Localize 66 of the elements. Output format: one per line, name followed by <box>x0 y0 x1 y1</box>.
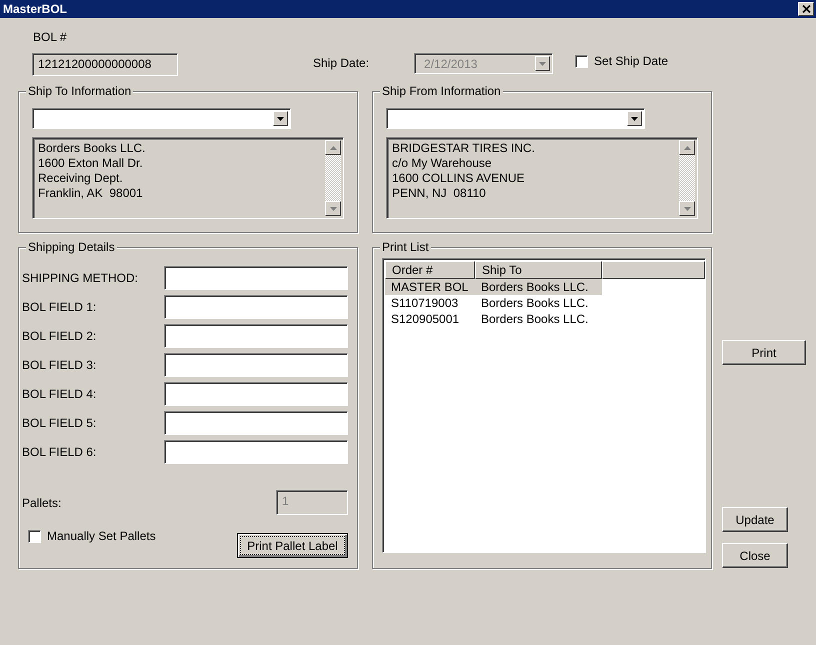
address-line: Receiving Dept. <box>38 171 124 186</box>
address-box[interactable]: BRIDGESTAR TIRES INC. c/o My Warehouse 1600 COLLINS AVENUE PENN, NJ 08110 <box>386 137 698 219</box>
list-row[interactable]: MASTER BOL Borders Books LLC. <box>385 279 602 295</box>
group-title: Ship To Information <box>26 84 134 98</box>
field-label: BOL FIELD 3: <box>22 358 96 372</box>
address-line: Borders Books LLC. <box>38 141 146 156</box>
down-arrow-icon <box>684 206 690 210</box>
up-arrow-icon <box>684 146 690 150</box>
list-cell-text: Borders Books LLC. <box>480 312 590 326</box>
field-label: BOL FIELD 2: <box>22 329 96 343</box>
input-field[interactable] <box>164 440 348 464</box>
down-arrow-icon <box>330 206 336 210</box>
manual-pallets-label: Manually Set Pallets <box>47 529 156 543</box>
print-pallet-label-button[interactable]: Print Pallet Label <box>237 533 348 558</box>
set-ship-date-checkbox[interactable] <box>575 54 588 68</box>
dialog-button[interactable]: Print <box>722 340 806 365</box>
scrollbar[interactable] <box>679 140 695 216</box>
list-cell-text: S120905001 <box>390 312 460 326</box>
pallets-label: Pallets: <box>22 496 62 510</box>
list-cell-text: Borders Books LLC. <box>480 280 590 294</box>
address-line: PENN, NJ 08110 <box>392 186 487 201</box>
window-title: MasterBOL <box>3 2 68 16</box>
group-title: Ship From Information <box>380 84 503 98</box>
scroll-up-button[interactable] <box>325 140 341 155</box>
dialog-button[interactable]: Update <box>722 507 788 532</box>
input-field[interactable] <box>164 353 348 377</box>
scroll-down-button[interactable] <box>679 201 695 216</box>
list-cell-text: MASTER BOL <box>390 280 470 294</box>
close-button[interactable] <box>798 2 814 16</box>
address-line: 1600 COLLINS AVENUE <box>392 171 526 186</box>
scroll-down-button[interactable] <box>325 201 341 216</box>
field-label: SHIPPING METHOD: <box>22 271 138 285</box>
address-line: Franklin, AK 98001 <box>38 186 144 201</box>
list-cell-text: S110719003 <box>390 296 460 310</box>
address-dropdown[interactable] <box>386 108 645 129</box>
input-field[interactable] <box>164 382 348 406</box>
field-label: BOL FIELD 4: <box>22 387 96 401</box>
bol-field[interactable]: 12121200000000008 <box>32 53 178 76</box>
manual-pallets-checkbox[interactable] <box>28 530 41 542</box>
list-row[interactable]: S120905001 Borders Books LLC. <box>385 311 602 327</box>
group-title: Print List <box>380 240 431 254</box>
field-label: BOL FIELD 5: <box>22 416 96 430</box>
ship-date-label: Ship Date: <box>313 56 370 72</box>
field-label: BOL FIELD 1: <box>22 300 96 314</box>
column-header[interactable]: Ship To <box>475 261 602 279</box>
input-field[interactable] <box>164 266 348 290</box>
column-header[interactable]: Order # <box>385 261 475 279</box>
group-title: Shipping Details <box>26 240 117 254</box>
list-row[interactable]: S110719003 Borders Books LLC. <box>385 295 602 311</box>
list-cell-text: Borders Books LLC. <box>480 296 590 310</box>
scrollbar[interactable] <box>325 140 341 216</box>
close-icon <box>802 5 810 13</box>
dialog-button[interactable]: Close <box>722 543 788 568</box>
bol-label: BOL # <box>33 30 68 44</box>
address-line: 1600 Exton Mall Dr. <box>38 156 144 171</box>
address-dropdown[interactable] <box>32 108 291 129</box>
up-arrow-icon <box>330 146 336 150</box>
address-box[interactable]: Borders Books LLC. 1600 Exton Mall Dr. Receiving Dept. Franklin, AK 98001 <box>32 137 344 219</box>
address-line: c/o My Warehouse <box>392 156 493 171</box>
set-ship-date-label: Set Ship Date <box>594 54 668 68</box>
input-field[interactable] <box>164 295 348 319</box>
scroll-up-button[interactable] <box>679 140 695 155</box>
address-line: BRIDGESTAR TIRES INC. <box>392 141 536 156</box>
input-field[interactable] <box>164 411 348 435</box>
field-label: BOL FIELD 6: <box>22 445 96 459</box>
input-field[interactable] <box>164 324 348 348</box>
